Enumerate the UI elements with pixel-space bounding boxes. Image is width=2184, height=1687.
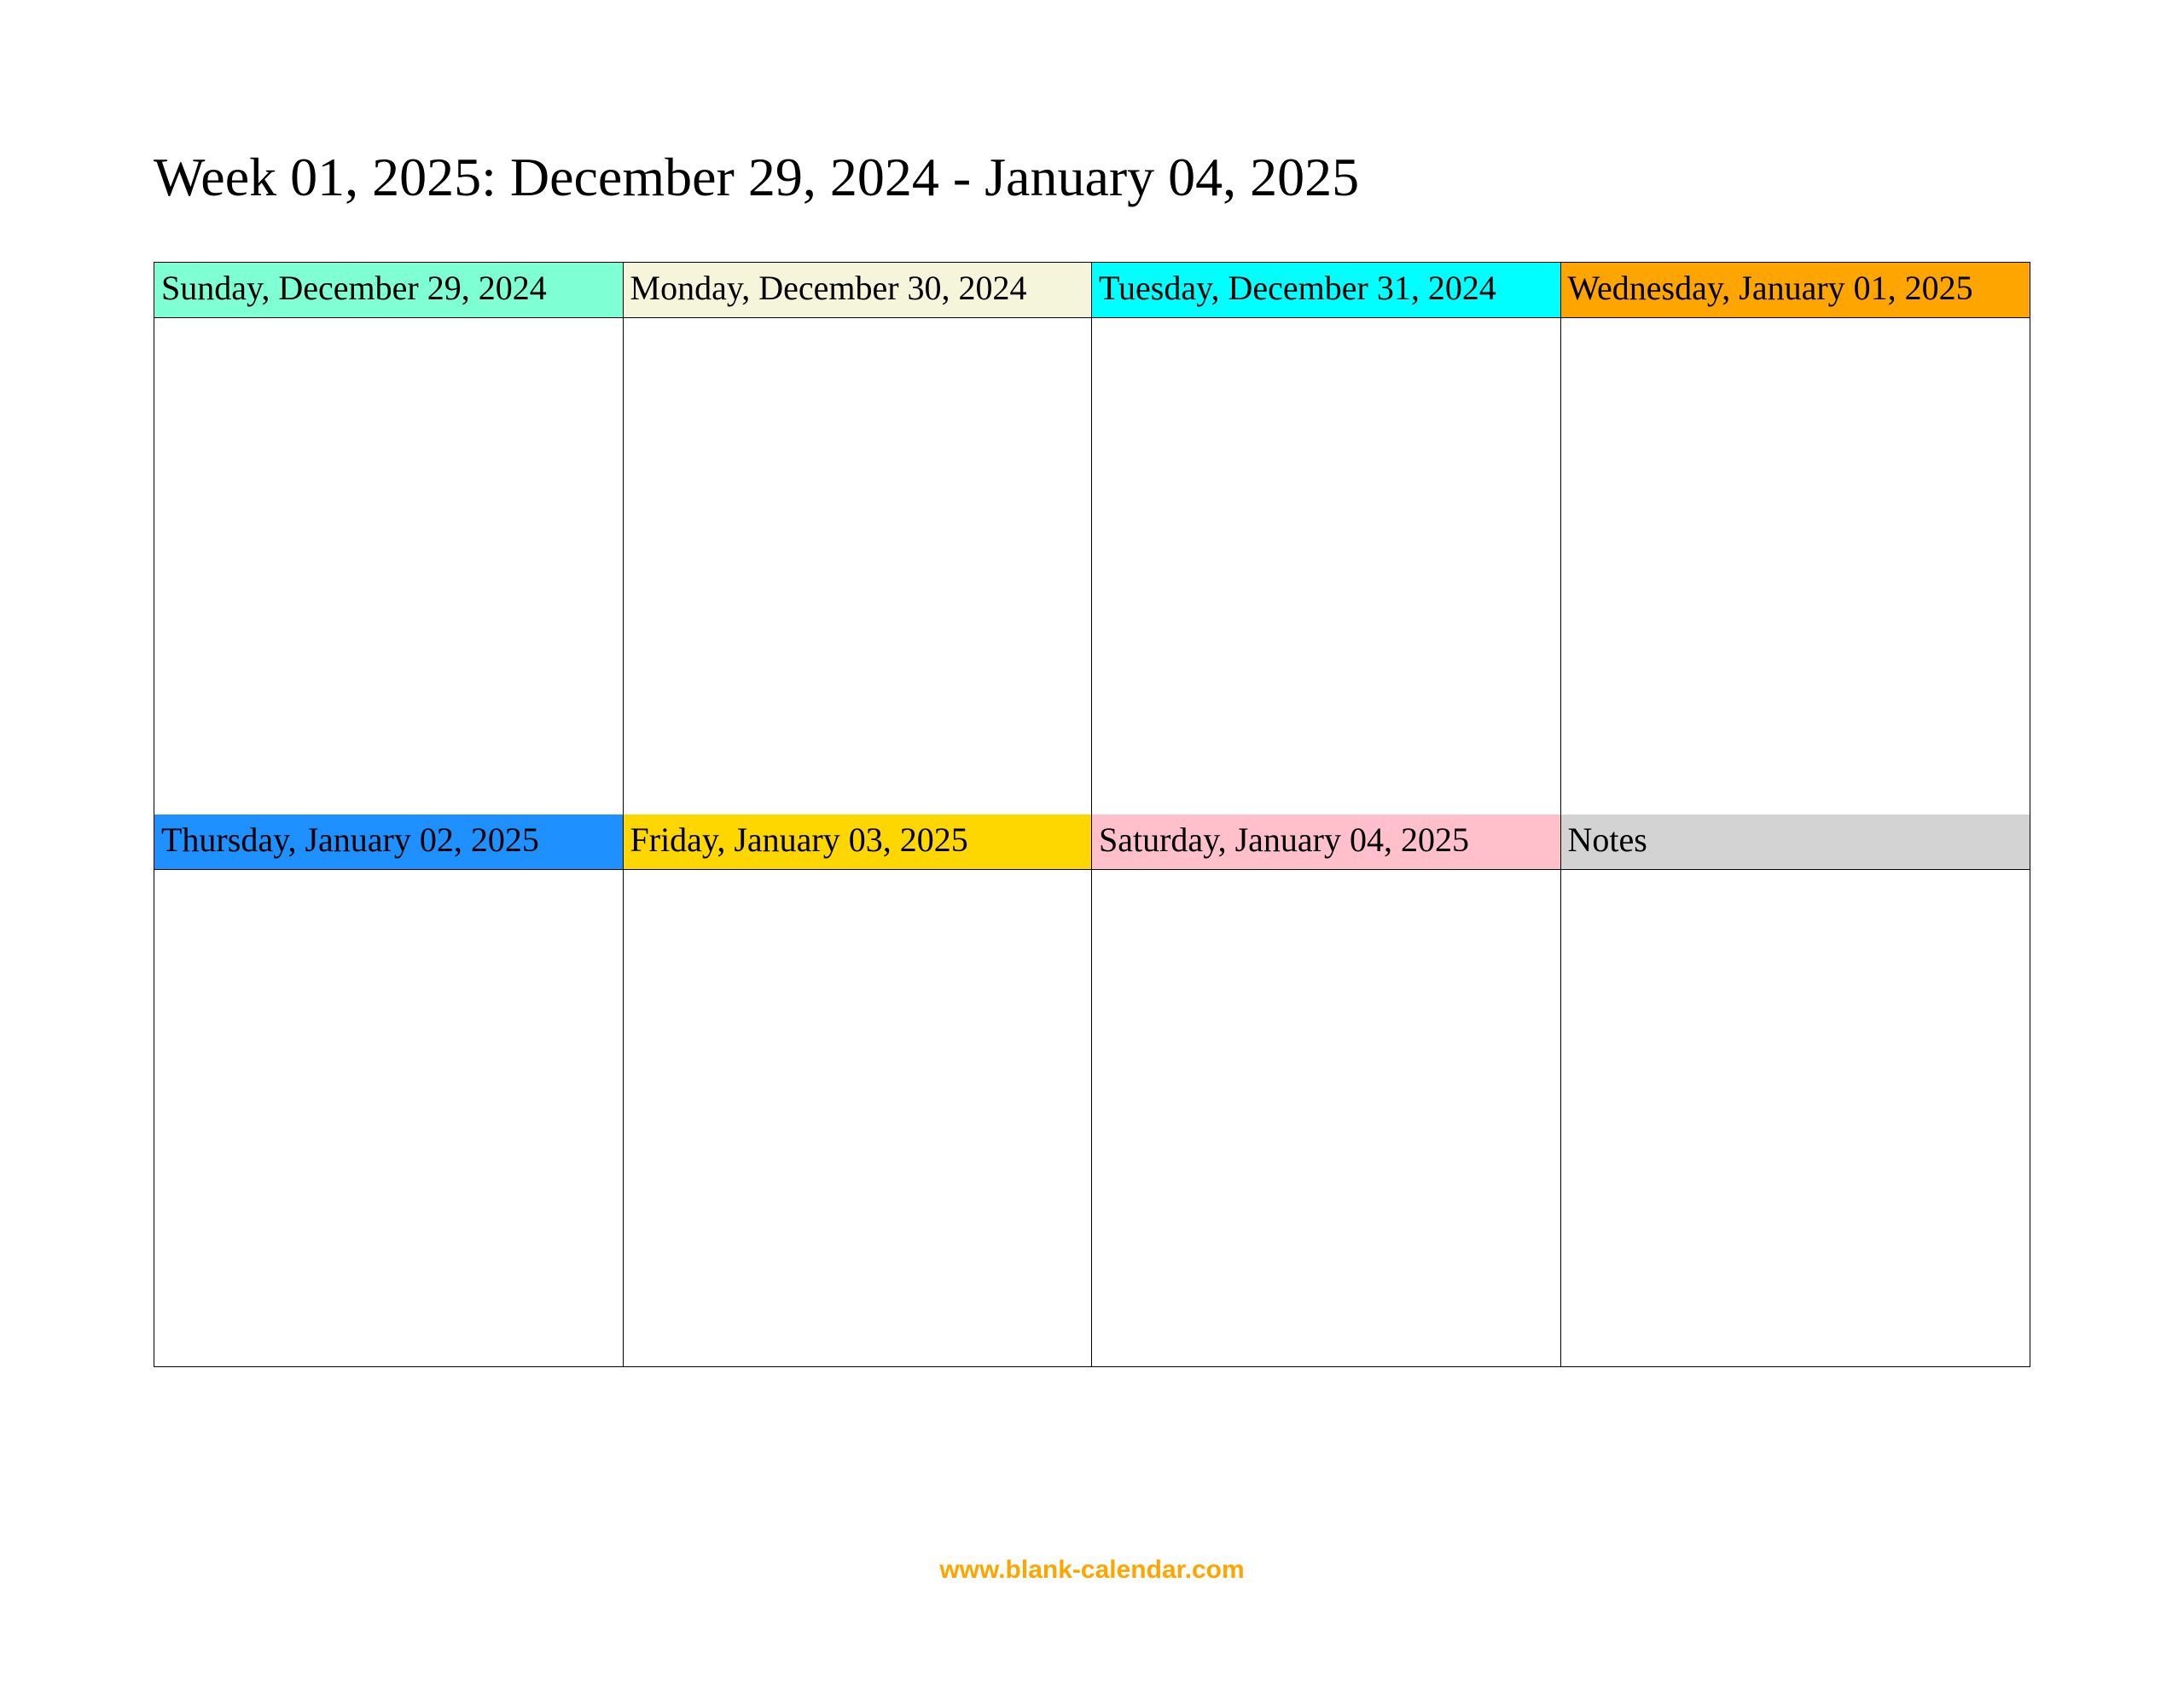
day-body-tuesday[interactable] <box>1092 318 1561 815</box>
day-header-sunday: Sunday, December 29, 2024 <box>154 263 624 318</box>
day-body-friday[interactable] <box>624 870 1093 1366</box>
day-body-monday[interactable] <box>624 318 1093 815</box>
day-header-saturday: Saturday, January 04, 2025 <box>1092 815 1561 870</box>
day-body-sunday[interactable] <box>154 318 624 815</box>
day-header-thursday: Thursday, January 02, 2025 <box>154 815 624 870</box>
day-header-tuesday: Tuesday, December 31, 2024 <box>1092 263 1561 318</box>
day-header-friday: Friday, January 03, 2025 <box>624 815 1093 870</box>
day-header-wednesday: Wednesday, January 01, 2025 <box>1561 263 2030 318</box>
weekly-calendar-page: Week 01, 2025: December 29, 2024 - Janua… <box>0 0 2184 1687</box>
notes-header: Notes <box>1561 815 2030 870</box>
calendar-grid: Sunday, December 29, 2024 Monday, Decemb… <box>154 262 2030 1367</box>
day-body-thursday[interactable] <box>154 870 624 1366</box>
page-title: Week 01, 2025: December 29, 2024 - Janua… <box>154 145 2030 211</box>
footer: www.blank-calendar.com <box>0 1556 2184 1585</box>
footer-link[interactable]: www.blank-calendar.com <box>939 1556 1244 1584</box>
notes-body[interactable] <box>1561 870 2030 1366</box>
day-body-saturday[interactable] <box>1092 870 1561 1366</box>
day-body-wednesday[interactable] <box>1561 318 2030 815</box>
day-header-monday: Monday, December 30, 2024 <box>624 263 1093 318</box>
